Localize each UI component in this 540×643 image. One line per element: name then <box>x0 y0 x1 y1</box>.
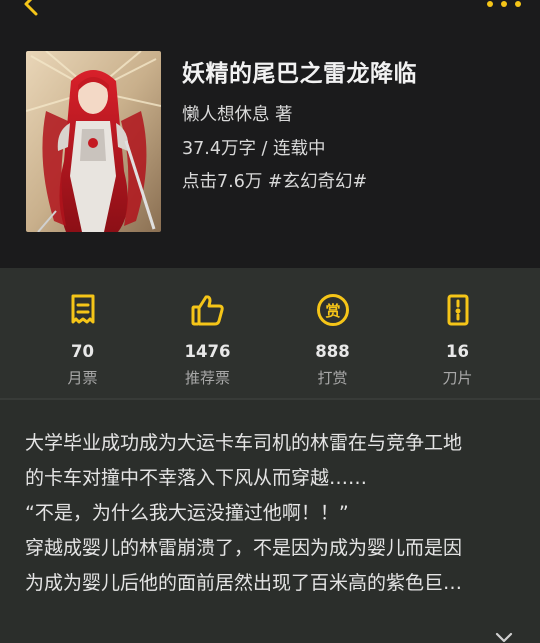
stat-monthly-ticket[interactable]: 70 月票 <box>33 268 133 398</box>
monthly-ticket-icon <box>65 292 101 328</box>
stat-recommend[interactable]: 1476 推荐票 <box>158 268 258 398</box>
book-description[interactable]: 大学毕业成功成为大运卡车司机的林雷在与竞争工地 的卡车对撞中不幸落入下风从而穿越… <box>25 426 520 601</box>
description-line: “不是，为什么我大运没撞过他啊！！” <box>25 502 349 524</box>
stat-value: 888 <box>315 342 350 361</box>
reward-icon: 赏 <box>315 292 351 328</box>
blade-icon <box>440 292 476 328</box>
stat-value: 70 <box>71 342 94 361</box>
description-line: 大学毕业成功成为大运卡车司机的林雷在与竞争工地 <box>25 432 463 454</box>
section-divider <box>0 398 540 400</box>
description-line: 穿越成婴儿的林雷崩溃了，不是因为成为婴儿而是因 <box>25 537 463 559</box>
stat-label: 打赏 <box>317 369 348 387</box>
description-line: 为成为婴儿后他的面前居然出现了百米高的紫色巨… <box>25 572 463 594</box>
clicks-and-tags[interactable]: 点击7.6万 #玄幻奇幻# <box>182 168 367 193</box>
book-cover[interactable] <box>26 51 161 232</box>
stat-reward[interactable]: 赏 888 打赏 <box>283 268 383 398</box>
stat-value: 16 <box>446 342 469 361</box>
book-header: 妖精的尾巴之雷龙降临 懒人想休息 著 37.4万字 / 连载中 点击7.6万 #… <box>0 0 540 268</box>
stat-label: 月票 <box>67 369 98 387</box>
stat-blade[interactable]: 16 刀片 <box>408 268 508 398</box>
book-title: 妖精的尾巴之雷龙降临 <box>182 61 417 87</box>
description-line: 的卡车对撞中不幸落入下风从而穿越…… <box>25 467 368 489</box>
stat-label: 刀片 <box>442 369 473 387</box>
chevron-down-icon[interactable] <box>495 632 513 643</box>
more-options-icon[interactable] <box>486 0 522 14</box>
svg-text:赏: 赏 <box>325 302 340 320</box>
back-arrow-icon[interactable] <box>18 0 46 20</box>
author-line[interactable]: 懒人想休息 著 <box>182 101 293 126</box>
stats-bar: 70 月票 1476 推荐票 赏 888 打赏 16 刀片 <box>0 268 540 398</box>
word-count-status: 37.4万字 / 连载中 <box>182 139 326 159</box>
thumbs-up-icon <box>190 292 226 328</box>
stat-label: 推荐票 <box>184 369 230 387</box>
stat-value: 1476 <box>184 342 231 361</box>
